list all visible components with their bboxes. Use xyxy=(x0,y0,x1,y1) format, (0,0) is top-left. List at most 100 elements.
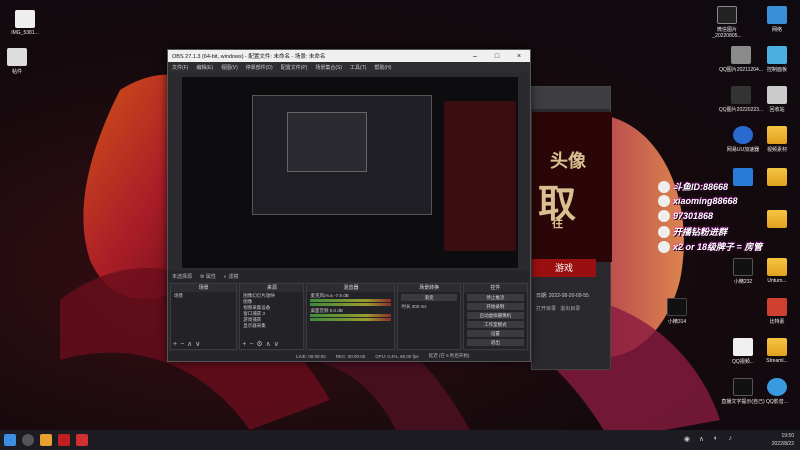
desktop-icon-qq-player[interactable]: QQ影音... xyxy=(754,378,800,405)
start-game-button[interactable]: 游戏 xyxy=(532,259,596,277)
desktop-icon-label: Streaml... xyxy=(766,358,788,364)
app-taskbar-icon[interactable] xyxy=(40,434,52,446)
duration-row: 时长 300 ms xyxy=(398,303,459,309)
menu-file[interactable]: 文件(F) xyxy=(172,64,188,71)
virtual-camera-button[interactable]: 启动虚拟摄像机 xyxy=(466,312,524,319)
exit-button[interactable]: 退出 xyxy=(466,339,524,346)
duration-label: 时长 xyxy=(401,304,411,309)
mixer-dock: 混音器 麦克风/Aux -7.6 dB 桌面音频 0.0 dB xyxy=(306,283,396,350)
mic-meter xyxy=(310,303,392,306)
menu-help[interactable]: 帮助(H) xyxy=(374,64,391,71)
transition-select[interactable]: 渐变 xyxy=(401,294,457,301)
overlay-line: 开播钻粉进群 xyxy=(658,225,727,238)
obs-docks: 场景 场景 +−∧∨ 来源 图像幻灯片放映 图像 视频采集设备 窗口捕获 3 游… xyxy=(168,283,530,350)
start-recording-button[interactable]: 开始录制 xyxy=(466,303,524,310)
desktop-icon-recycle-bin[interactable]: 回收站 xyxy=(754,86,800,113)
clock[interactable]: 19:50 2022/8/22 xyxy=(772,432,794,448)
preview-launcher-capture xyxy=(444,101,516,251)
open-dir-link[interactable]: 打开目录 xyxy=(536,306,556,312)
desktop-icon-label: 小精232 xyxy=(733,279,753,285)
minimize-icon[interactable]: – xyxy=(464,53,486,60)
menu-tools[interactable]: 工具(T) xyxy=(350,64,366,71)
desktop-icon-img[interactable]: IMG_5381... xyxy=(2,10,48,36)
delay-status: 延迟 (在 5 秒后开始) xyxy=(428,353,470,358)
desktop-icon-label: 控制面板 xyxy=(766,67,787,73)
desktop-audio-meter xyxy=(310,314,392,317)
sources-title: 来源 xyxy=(240,284,304,292)
tiktok-icon xyxy=(658,195,670,207)
desktop-audio-label: 桌面音频 xyxy=(310,308,329,313)
game-launcher-window: 头像 取 往 游戏 日期: 2022-08-20-09-55 打开目录 退出目录 xyxy=(531,86,612,370)
volume-icon[interactable]: ♪ xyxy=(729,435,733,442)
filters-button[interactable]: ◐ 滤镜 xyxy=(224,273,238,280)
start-icon[interactable] xyxy=(4,434,16,446)
transitions-dock: 场景转换 渐变 时长 300 ms xyxy=(397,283,461,350)
obs-window: OBS 27.1.3 (64-bit, windows) - 配置文件: 未命名… xyxy=(167,49,531,362)
menu-profile[interactable]: 配置文件(P) xyxy=(281,64,308,71)
desktop-icon-label: QQ影音... xyxy=(766,399,788,405)
exit-dir-link[interactable]: 退出目录 xyxy=(560,306,580,312)
mic-meter xyxy=(310,299,392,302)
cpu-status: CPU: 0.4%, 60.00 fps xyxy=(375,353,419,359)
desktop-icon-video-folder[interactable]: 视频素材 xyxy=(754,126,800,153)
obs-preview[interactable] xyxy=(182,77,518,268)
obs-statusbar: LIVE: 00:00:00 REC: 00:00:00 CPU: 0.4%, … xyxy=(168,351,530,361)
app-taskbar-icon[interactable] xyxy=(76,434,88,446)
scenes-dock: 场景 场景 +−∧∨ xyxy=(170,283,238,350)
clock-date: 2022/8/22 xyxy=(771,441,794,447)
desktop-icon-network[interactable]: 网络 xyxy=(754,6,800,33)
overlay-line: 斗鱼ID:88668 xyxy=(658,180,728,193)
obs-taskbar-icon[interactable] xyxy=(22,434,34,446)
source-item[interactable]: 显示器采集 xyxy=(240,322,303,328)
desktop-audio-meter xyxy=(310,318,392,321)
menu-scene-collection[interactable]: 场景集合(S) xyxy=(315,64,342,71)
preview-nested-obs xyxy=(252,95,432,215)
mic-level: -7.6 dB xyxy=(334,293,349,298)
desktop-audio-level: 0.0 dB xyxy=(329,308,343,313)
menu-view[interactable]: 视图(V) xyxy=(221,64,238,71)
obs-menubar: 文件(F) 编辑(E) 视图(V) 停靠部件(D) 配置文件(P) 场景集合(S… xyxy=(168,62,530,72)
launcher-links: 打开目录 退出目录 xyxy=(536,305,580,312)
settings-button[interactable]: 设置 xyxy=(466,330,524,337)
taskbar: ◉ ∧ ◐ ♪ 19:50 2022/8/22 xyxy=(0,430,800,450)
menu-edit[interactable]: 编辑(E) xyxy=(196,64,213,71)
desktop-icon-unturned[interactable]: Unturn... xyxy=(754,258,800,284)
desktop-icon-wechat-image[interactable]: 微信图片_20220805... xyxy=(704,6,750,39)
stop-stream-button[interactable]: 停止推流 xyxy=(466,294,524,301)
preview-nested-obs-2 xyxy=(287,112,367,172)
scenes-title: 场景 xyxy=(171,284,237,292)
desktop-icon-folder[interactable] xyxy=(754,210,800,230)
mic-label: 麦克风/Aux xyxy=(310,293,333,298)
desktop-icon-streamlabs[interactable]: Streaml... xyxy=(754,338,800,364)
scene-item[interactable]: 场景 xyxy=(171,292,236,298)
desktop-icon-xiaojing314[interactable]: 小精314 xyxy=(654,298,700,325)
notification-icon[interactable]: ◉ xyxy=(684,435,690,443)
desktop-icon-label: 比特素 xyxy=(769,319,785,325)
app-taskbar-icon[interactable] xyxy=(58,434,70,446)
duration-input[interactable]: 300 ms xyxy=(412,304,427,309)
close-icon[interactable]: × xyxy=(508,53,530,60)
overlay-line: xiaoming88668 xyxy=(658,195,738,207)
mixer-channel-label: 桌面音频 0.0 dB xyxy=(307,307,394,313)
source-controls[interactable]: +−⚙∧∨ xyxy=(242,340,282,348)
mixer-title: 混音器 xyxy=(307,284,395,292)
clock-time: 19:50 xyxy=(781,433,794,439)
studio-mode-button[interactable]: 工作室模式 xyxy=(466,321,524,328)
properties-button[interactable]: ⚙ 属性 xyxy=(200,273,216,280)
desktop-icon-label: 帖件 xyxy=(11,69,22,75)
desktop-icon-label: QQ视频... xyxy=(732,359,754,365)
banner-text: 头像 xyxy=(550,151,586,172)
chevron-up-icon[interactable]: ∧ xyxy=(699,435,704,443)
desktop-icon-note[interactable]: 帖件 xyxy=(0,48,40,75)
scene-controls[interactable]: +−∧∨ xyxy=(173,340,203,348)
desktop-icon-bitsu[interactable]: 比特素 xyxy=(754,298,800,325)
filters-label: 滤镜 xyxy=(228,274,239,280)
group-icon xyxy=(658,225,670,238)
maximize-icon[interactable]: □ xyxy=(486,53,508,60)
desktop-icon-label: Unturn... xyxy=(767,278,787,284)
network-icon[interactable]: ◐ xyxy=(714,435,718,442)
launcher-header xyxy=(532,87,610,109)
menu-docks[interactable]: 停靠部件(D) xyxy=(246,64,273,71)
obs-titlebar: OBS 27.1.3 (64-bit, windows) - 配置文件: 未命名… xyxy=(168,50,530,62)
desktop-icon-control-panel[interactable]: 控制面板 xyxy=(754,46,800,73)
